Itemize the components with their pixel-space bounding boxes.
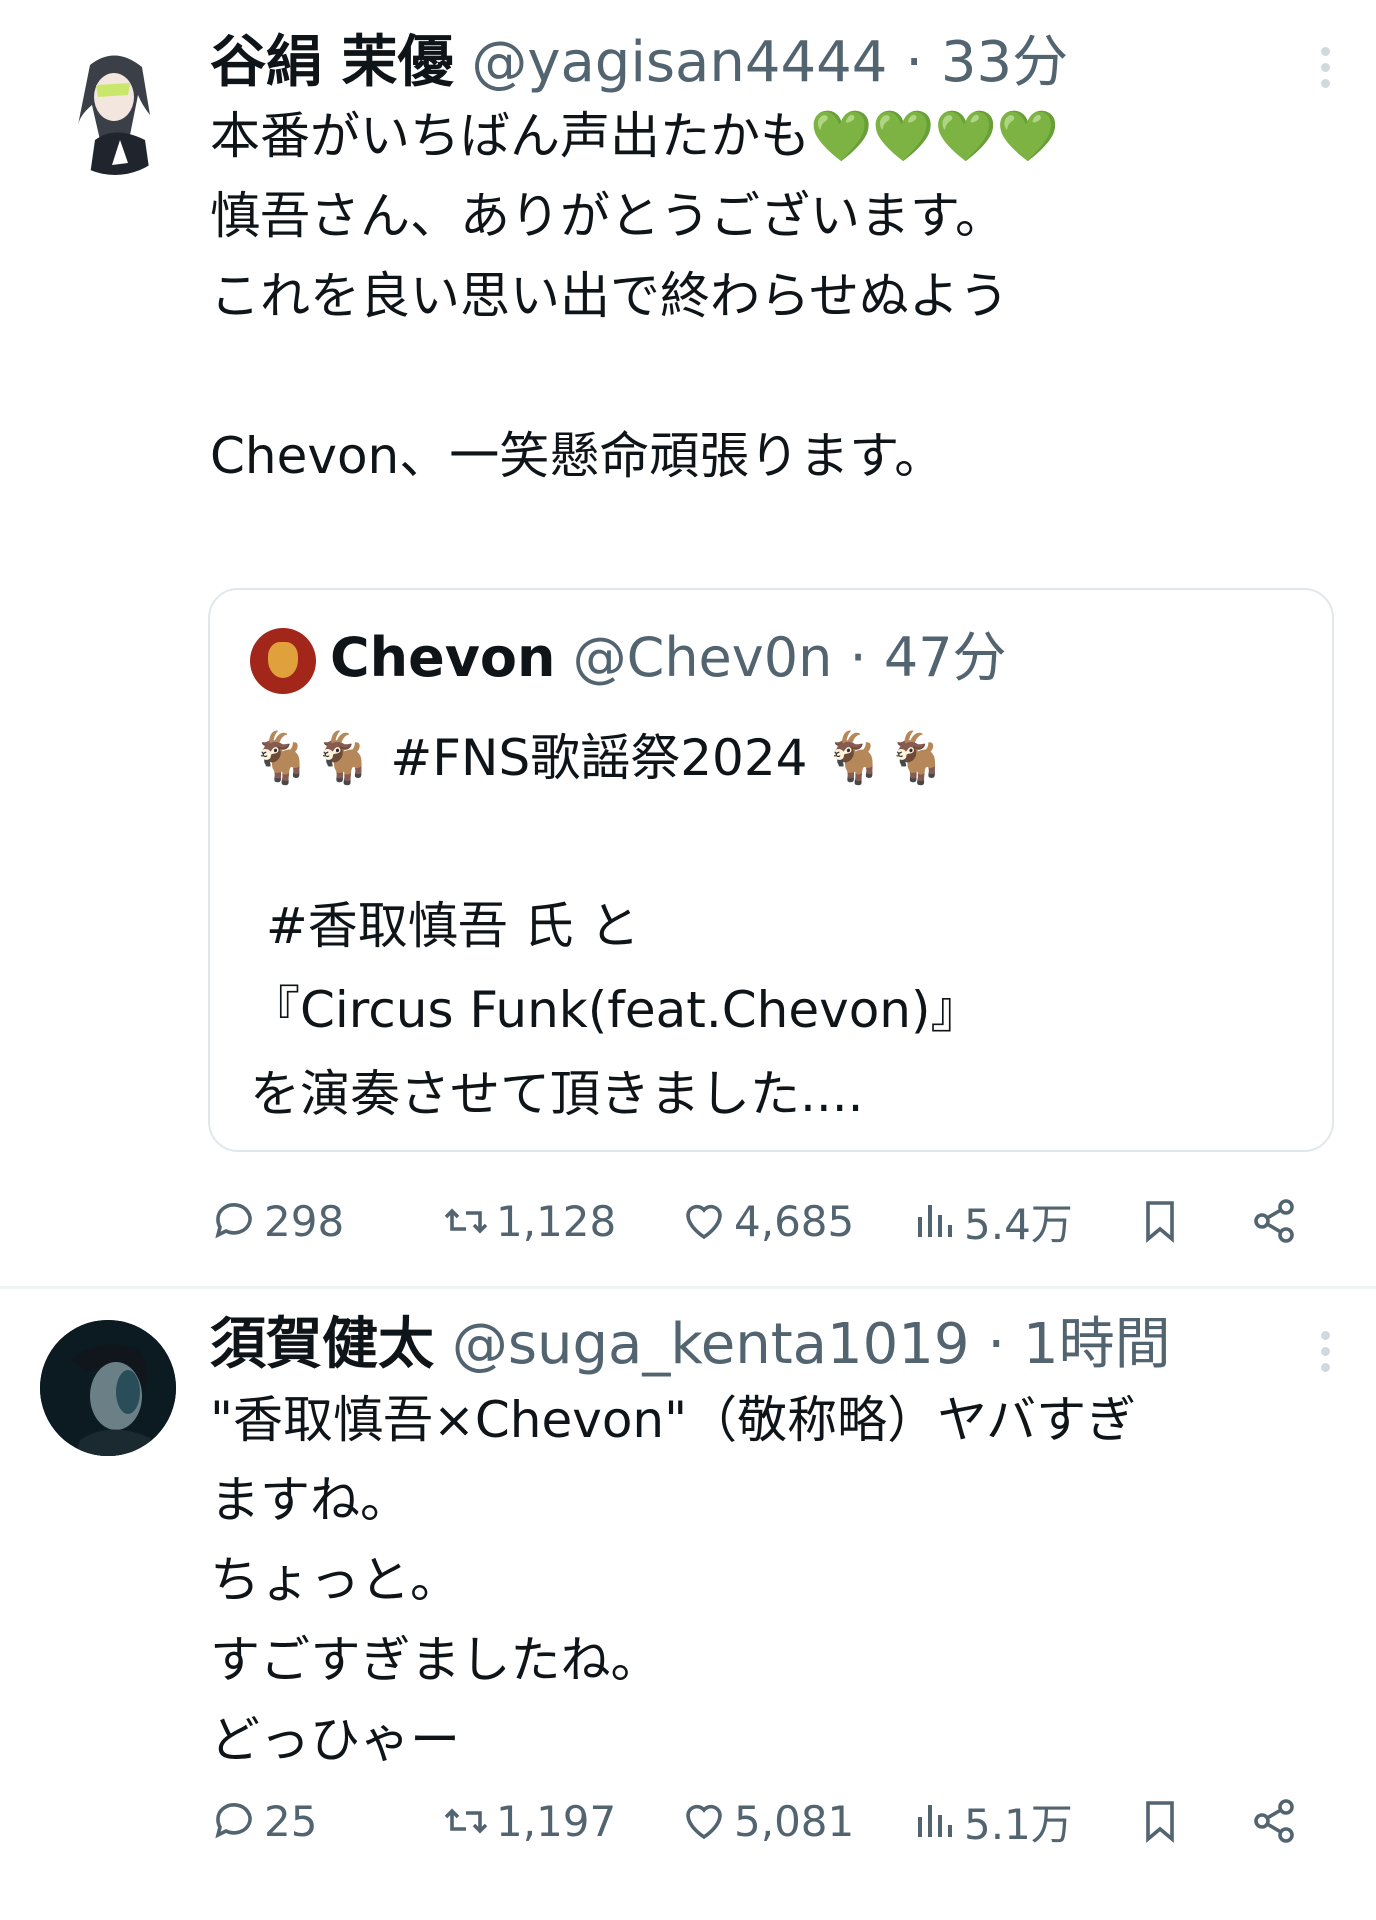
avatar-photo-icon [40, 1320, 176, 1456]
tweet-header: 谷絹 茉優 @yagisan4444 · 33分 [210, 28, 1068, 98]
tweet-text: "香取慎吾×Chevon"（敬称略）ヤバすぎ ますね。 ちょっと。 すごすぎまし… [210, 1391, 1137, 1769]
tweet-text: 本番がいちばん声出たかも💚💚💚💚 慎吾さん、ありがとうございます。 これを良い思… [210, 96, 1059, 496]
tweet-text-line: 本番がいちばん声出たかも [210, 107, 810, 165]
quoted-tweet-text: 🐐🐐 #FNS歌謡祭2024 🐐🐐 #香取慎吾 氏 と 『Circus Funk… [250, 729, 981, 1123]
reply-button[interactable]: 25 [210, 1786, 317, 1856]
reply-count: 25 [264, 1796, 318, 1846]
like-button[interactable]: 4,685 [680, 1186, 854, 1256]
separator: · [905, 30, 923, 95]
separator: · [987, 1312, 1006, 1377]
bookmark-button[interactable] [1136, 1786, 1190, 1856]
share-icon [1254, 1199, 1294, 1243]
reply-icon [215, 1803, 252, 1839]
action-bar: 25 1,197 5,081 5.1万 [210, 1786, 1330, 1856]
retweet-button[interactable]: 1,197 [442, 1786, 616, 1856]
retweet-count: 1,128 [496, 1196, 617, 1246]
like-count: 5,081 [734, 1796, 855, 1846]
retweet-button[interactable]: 1,128 [442, 1186, 616, 1256]
quoted-tweet[interactable]: Chevon @Chev0n · 47分 🐐🐐 #FNS歌謡祭2024 🐐🐐 #… [208, 588, 1334, 1152]
bookmark-button[interactable] [1136, 1186, 1190, 1256]
more-icon[interactable] [1310, 1324, 1340, 1384]
quoted-handle: @Chev0n [572, 626, 833, 689]
like-icon [686, 1204, 722, 1240]
tweet[interactable]: 谷絹 茉優 @yagisan4444 · 33分 本番がいちばん声出たかも💚💚💚… [0, 0, 1376, 1288]
timestamp[interactable]: 33分 [941, 30, 1068, 95]
tweet[interactable]: 須賀健太 @suga_kenta1019 · 1時間 "香取慎吾×Chevon"… [0, 1290, 1376, 1920]
tweet-text-rest: 慎吾さん、ありがとうございます。 これを良い思い出で終わらせぬよう Chevon… [210, 187, 1009, 485]
avatar[interactable] [50, 45, 180, 175]
handle[interactable]: @yagisan4444 [471, 30, 887, 95]
reply-icon [215, 1203, 252, 1239]
share-button[interactable] [1250, 1186, 1304, 1256]
handle[interactable]: @suga_kenta1019 [452, 1312, 970, 1377]
share-icon [1254, 1799, 1294, 1843]
display-name[interactable]: 谷絹 茉優 [210, 30, 454, 95]
divider [0, 1286, 1376, 1289]
retweet-icon [444, 1208, 488, 1234]
view-count: 5.4万 [964, 1199, 1073, 1249]
share-button[interactable] [1250, 1786, 1304, 1856]
like-icon [686, 1804, 722, 1840]
views-icon [918, 1205, 952, 1237]
green-heart-emoji: 💚💚💚💚 [810, 107, 1060, 165]
action-bar: 298 1,128 4,685 5.4万 [210, 1186, 1330, 1256]
views-button[interactable]: 5.1万 [910, 1786, 1073, 1856]
view-count: 5.1万 [964, 1799, 1073, 1849]
views-icon [918, 1805, 952, 1837]
quoted-timestamp: 47分 [883, 626, 1007, 689]
reply-count: 298 [264, 1196, 345, 1246]
bookmark-icon [1146, 1801, 1174, 1843]
avatar[interactable] [40, 1320, 176, 1456]
quoted-separator: · [849, 626, 867, 689]
more-icon[interactable] [1310, 40, 1340, 100]
tweet-header: 須賀健太 @suga_kenta1019 · 1時間 [210, 1310, 1171, 1380]
avatar-illustration-icon [50, 45, 180, 175]
display-name[interactable]: 須賀健太 [210, 1312, 434, 1377]
quoted-display-name: Chevon [330, 626, 556, 689]
quoted-avatar [250, 628, 316, 695]
timestamp[interactable]: 1時間 [1023, 1312, 1171, 1377]
like-count: 4,685 [734, 1196, 855, 1246]
retweet-count: 1,197 [496, 1796, 617, 1846]
quoted-tweet-header: Chevon @Chev0n · 47分 [250, 626, 1007, 695]
reply-button[interactable]: 298 [210, 1186, 344, 1256]
bookmark-icon [1146, 1201, 1174, 1243]
like-button[interactable]: 5,081 [680, 1786, 854, 1856]
retweet-icon [444, 1808, 488, 1834]
views-button[interactable]: 5.4万 [910, 1186, 1073, 1256]
